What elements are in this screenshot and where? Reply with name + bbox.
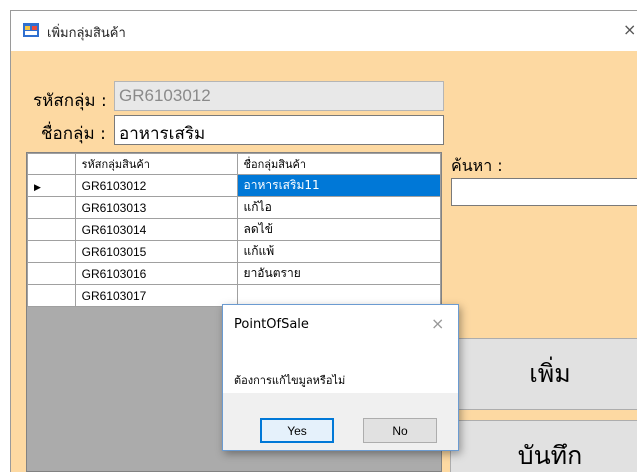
- group-code-label: รหัสกลุ่ม :: [33, 91, 107, 111]
- row-header[interactable]: [27, 196, 76, 219]
- no-button[interactable]: No: [363, 418, 437, 443]
- confirm-dialog: PointOfSale × ต้องการแก้ไขมูลหรือไม่ Yes…: [222, 304, 459, 451]
- yes-button[interactable]: Yes: [260, 418, 334, 443]
- dialog-body: PointOfSale × ต้องการแก้ไขมูลหรือไม่: [223, 305, 458, 393]
- search-input[interactable]: [451, 178, 637, 206]
- cell-group-name[interactable]: แก้แพ้: [236, 240, 442, 263]
- table-row[interactable]: GR6103014 ลดไข้: [27, 218, 442, 241]
- row-indicator-icon: ▶: [27, 174, 76, 197]
- group-name-input[interactable]: อาหารเสริม: [114, 115, 444, 145]
- row-header[interactable]: [27, 240, 76, 263]
- group-code-field: GR6103012: [114, 81, 444, 111]
- table-row[interactable]: GR6103013 แก้ไอ: [27, 196, 442, 219]
- close-icon[interactable]: ×: [623, 20, 636, 39]
- close-icon[interactable]: ×: [431, 314, 444, 333]
- cell-group-name[interactable]: ยาอันตราย: [236, 262, 442, 285]
- grid-corner-header: [27, 153, 76, 175]
- dialog-message: ต้องการแก้ไขมูลหรือไม่: [234, 374, 346, 387]
- cell-group-name[interactable]: อาหารเสริม11: [236, 174, 442, 197]
- group-name-label: ชื่อกลุ่ม :: [41, 124, 106, 144]
- dialog-title: PointOfSale: [234, 317, 309, 332]
- save-button[interactable]: บันทึก: [450, 420, 637, 472]
- cell-group-code[interactable]: GR6103014: [74, 218, 238, 241]
- window-title: เพิ่มกลุ่มสินค้า: [47, 26, 126, 41]
- cell-group-name[interactable]: แก้ไอ: [236, 196, 442, 219]
- cell-group-code[interactable]: GR6103017: [74, 284, 238, 307]
- add-button[interactable]: เพิ่ม: [450, 338, 637, 410]
- cell-group-code[interactable]: GR6103015: [74, 240, 238, 263]
- row-header[interactable]: [27, 262, 76, 285]
- cell-group-code[interactable]: GR6103013: [74, 196, 238, 219]
- cell-group-code[interactable]: GR6103016: [74, 262, 238, 285]
- table-row[interactable]: ▶ GR6103012 อาหารเสริม11: [27, 174, 442, 197]
- row-header[interactable]: [27, 284, 76, 307]
- column-header-code[interactable]: รหัสกลุ่มสินค้า: [74, 153, 238, 175]
- row-header[interactable]: [27, 218, 76, 241]
- title-bar: เพิ่มกลุ่มสินค้า ×: [11, 11, 637, 51]
- search-label: ค้นหา :: [451, 156, 503, 175]
- app-icon: [23, 23, 39, 37]
- column-header-name[interactable]: ชื่อกลุ่มสินค้า: [236, 153, 442, 175]
- table-row[interactable]: GR6103016 ยาอันตราย: [27, 262, 442, 285]
- table-row[interactable]: GR6103015 แก้แพ้: [27, 240, 442, 263]
- cell-group-name[interactable]: ลดไข้: [236, 218, 442, 241]
- cell-group-code[interactable]: GR6103012: [74, 174, 238, 197]
